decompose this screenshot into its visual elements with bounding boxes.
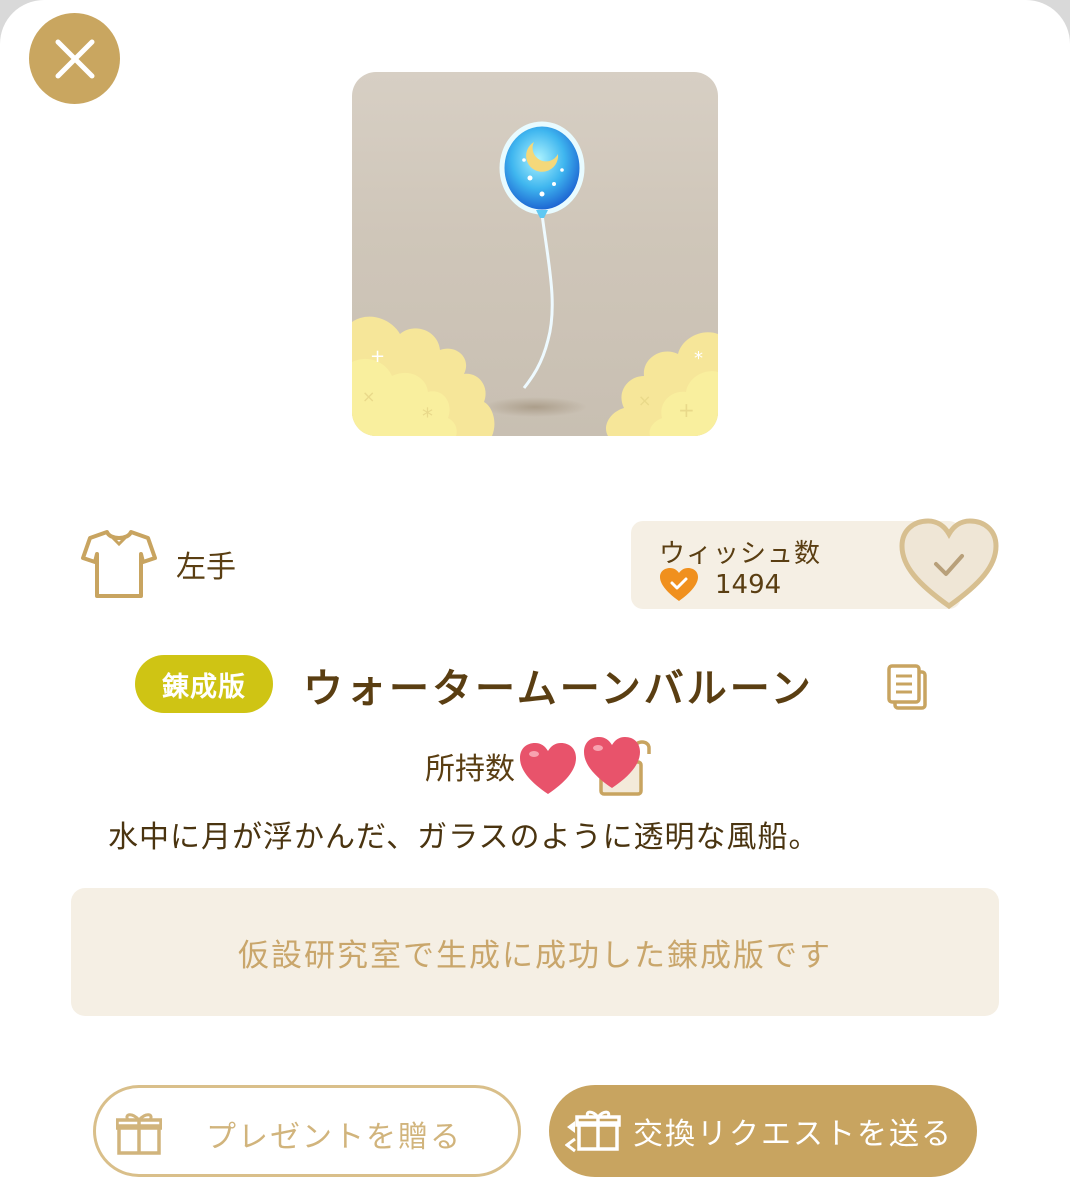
owned-count-row: 所持数 (425, 734, 661, 798)
info-box: 仮設研究室で生成に成功した錬成版です (71, 888, 999, 1016)
orange-heart-check-icon (660, 568, 698, 601)
shirt-icon (81, 530, 157, 598)
owned-label: 所持数 (425, 752, 515, 787)
svg-text:*: * (422, 405, 433, 430)
present-button-label: プレゼントを贈る (206, 1120, 462, 1155)
gift-box-icon (116, 1113, 162, 1155)
item-category: 左手 (80, 528, 236, 600)
close-button[interactable] (29, 13, 120, 104)
item-name: ウォータームーンバルーン (303, 666, 814, 712)
svg-text:×: × (638, 391, 651, 410)
wish-count: 1494 (715, 570, 782, 600)
svg-text:×: × (362, 387, 375, 406)
pink-heart-icon (584, 737, 640, 788)
item-name-row: 錬成版 ウォータームーンバルーン (135, 650, 935, 720)
svg-text:*: * (694, 348, 703, 369)
info-text: 仮設研究室で生成に成功した錬成版です (238, 937, 832, 974)
item-detail-sheet: + × * * + × 左手 ウィッシュ数 1494 錬成版 ウォータームーンバ… (0, 0, 1070, 1200)
edition-badge: 錬成版 (135, 655, 273, 713)
wish-title: ウィッシュ数 (659, 539, 822, 569)
item-description: 水中に月が浮かんだ、ガラスのように透明な風船。 (108, 820, 820, 855)
water-moon-balloon-image: + × * * + × (352, 121, 718, 436)
trade-button-label: 交換リクエストを送る (633, 1117, 953, 1152)
svg-text:+: + (370, 346, 385, 367)
category-label: 左手 (176, 550, 236, 585)
wish-count-row: 1494 (659, 567, 781, 603)
pink-heart-icon (520, 743, 576, 794)
item-preview-image: + × * * + × (352, 72, 718, 436)
send-present-button[interactable]: プレゼントを贈る (93, 1085, 521, 1177)
svg-text:+: + (678, 398, 695, 422)
copy-document-icon (887, 664, 927, 710)
exchange-gift-icon (565, 1110, 621, 1153)
send-trade-request-button[interactable]: 交換リクエストを送る (549, 1085, 977, 1177)
wish-button[interactable] (898, 518, 1000, 610)
heart-lock-group (581, 734, 661, 798)
copy-name-button[interactable] (887, 664, 927, 710)
close-x-icon (55, 39, 94, 78)
heart-check-button-icon (899, 518, 999, 610)
